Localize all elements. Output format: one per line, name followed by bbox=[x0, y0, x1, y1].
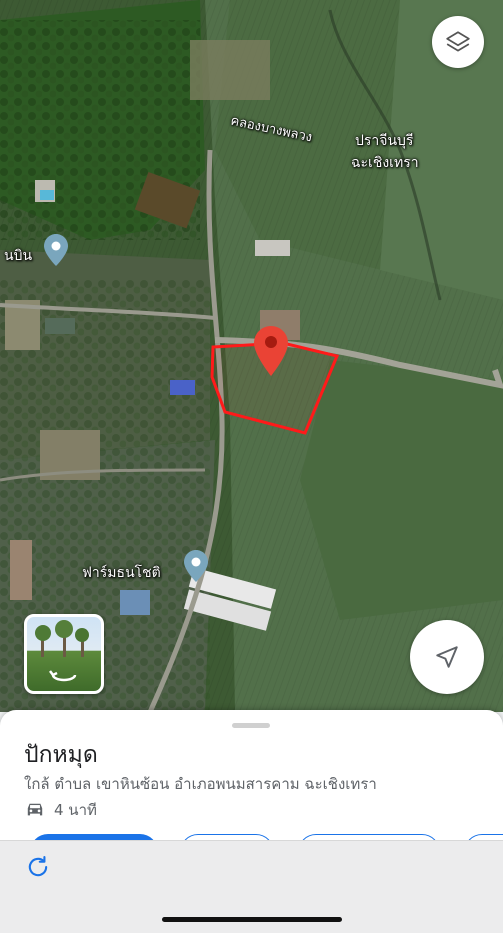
place-title: ปักหมุด bbox=[24, 742, 98, 768]
poi-label-left[interactable]: นบิน bbox=[4, 245, 32, 267]
province-label-line2: ฉะเชิงเทรา bbox=[351, 155, 419, 171]
dropped-pin-marker-icon[interactable] bbox=[254, 326, 288, 376]
drag-handle[interactable] bbox=[232, 723, 270, 728]
browser-bottom-bar bbox=[0, 840, 503, 933]
reload-icon[interactable] bbox=[24, 853, 52, 881]
place-pin-icon[interactable] bbox=[44, 234, 68, 266]
home-indicator[interactable] bbox=[162, 917, 342, 922]
province-label-line1: ปราจีนบุรี bbox=[355, 133, 414, 149]
satellite-map[interactable]: คลองบางพลวง ปราจีนบุรี ฉะเชิงเทรา นบิน ฟ… bbox=[0, 0, 503, 714]
layers-icon bbox=[446, 31, 470, 52]
street-view-thumbnail[interactable] bbox=[24, 614, 104, 694]
place-details-sheet[interactable]: ปักหมุด ใกล้ ตำบล เขาหินซ้อน อำเภอพนมสาร… bbox=[0, 710, 503, 850]
travel-time-label: 4 นาที bbox=[54, 801, 97, 819]
poi-label-farm[interactable]: ฟาร์มธนโชติ bbox=[82, 562, 161, 584]
car-icon bbox=[27, 803, 43, 816]
layers-button[interactable] bbox=[432, 16, 484, 68]
my-location-button[interactable] bbox=[410, 620, 484, 694]
navigation-arrow-icon bbox=[436, 646, 458, 668]
place-address: ใกล้ ตำบล เขาหินซ้อน อำเภอพนมสารคาม ฉะเช… bbox=[24, 775, 377, 793]
street-view-icon bbox=[35, 620, 89, 682]
travel-time-row: 4 นาที bbox=[24, 798, 97, 822]
satellite-imagery bbox=[0, 0, 503, 714]
place-pin-icon[interactable] bbox=[184, 550, 208, 582]
